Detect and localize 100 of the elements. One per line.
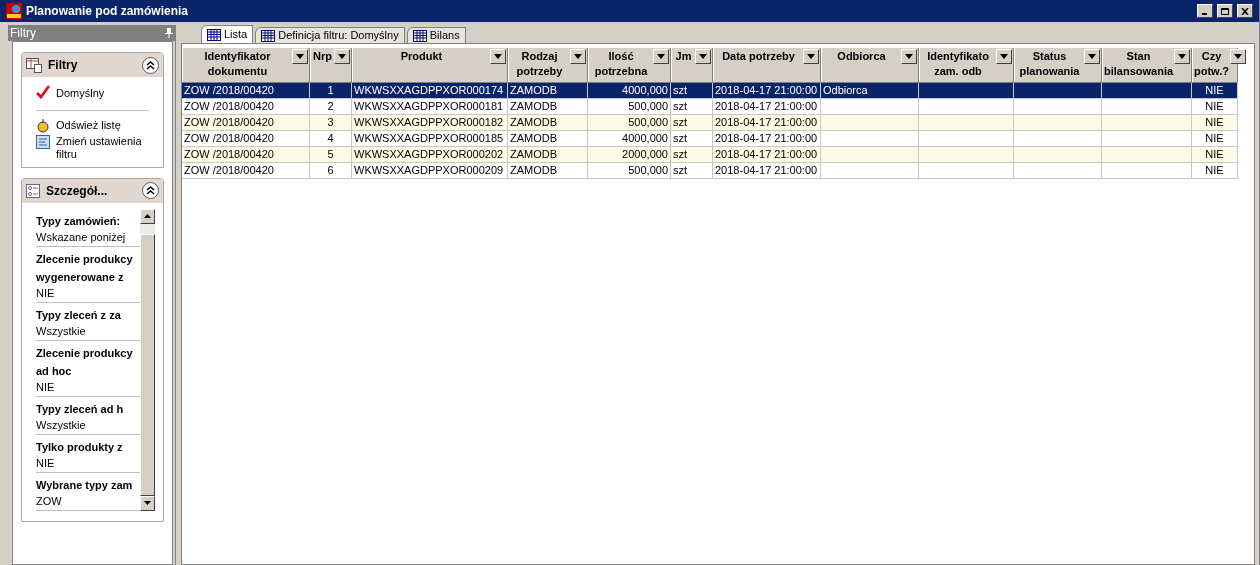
table-cell: 4000,000 xyxy=(622,84,668,96)
field-label: Typy zleceń ad h xyxy=(36,401,125,417)
caret-icon xyxy=(905,54,913,59)
double-chevron-icon xyxy=(146,186,155,195)
table-row[interactable]: ZOW /2018/00420 6 WKWSXXAGDPPXOR000209 ZAMODB 500,000 szt 2018-04-17 21:00:00 NIE xyxy=(182,163,1238,179)
table-cell: 2 xyxy=(327,100,334,112)
caret-icon xyxy=(1088,54,1096,59)
table-cell: 2018-04-17 21:00:00 xyxy=(715,164,818,176)
table-cell: ZAMODB xyxy=(510,116,558,128)
table-cell: 500,000 xyxy=(628,116,668,128)
dropdown-button[interactable] xyxy=(1084,49,1100,64)
table-row[interactable]: ZOW /2018/00420 3 WKWSXXAGDPPXOR000182 ZAMODB 500,000 szt 2018-04-17 21:00:00 NIE xyxy=(182,115,1238,131)
caret-icon xyxy=(699,54,707,59)
scrollbar[interactable] xyxy=(140,208,155,511)
settings-list-icon xyxy=(36,134,50,149)
column-header[interactable]: Czy potw.? xyxy=(1194,49,1230,79)
dropdown-button[interactable] xyxy=(803,49,819,64)
dropdown-button[interactable] xyxy=(334,49,350,64)
maximize-button[interactable] xyxy=(1217,4,1233,18)
dropdown-button[interactable] xyxy=(996,49,1012,64)
dropdown-button[interactable] xyxy=(1174,49,1191,64)
dropdown-button[interactable] xyxy=(490,49,506,64)
table-cell: ZAMODB xyxy=(510,100,558,112)
refresh-icon xyxy=(36,118,50,133)
tab[interactable]: Lista xyxy=(201,25,254,43)
column-header[interactable]: Jm xyxy=(673,49,694,64)
close-button[interactable] xyxy=(1237,4,1253,18)
check-icon xyxy=(36,85,50,100)
caret-icon xyxy=(657,54,665,59)
field-label: Typy zamówień: xyxy=(36,213,122,229)
dropdown-button[interactable] xyxy=(1230,49,1247,64)
caret-icon xyxy=(807,54,815,59)
table-cell: WKWSXXAGDPPXOR000182 xyxy=(354,116,504,128)
action-link[interactable]: Odśwież listę xyxy=(36,118,149,133)
field-label: Wybrane typy zam xyxy=(36,477,134,493)
grid-icon xyxy=(207,28,221,41)
up-arrow-icon xyxy=(144,214,151,218)
table-cell: 3 xyxy=(327,116,334,128)
collapse-button[interactable] xyxy=(142,56,159,74)
field-label: Tylko produkty z xyxy=(36,439,124,455)
caret-icon xyxy=(1000,54,1008,59)
table-cell: NIE xyxy=(1205,164,1224,176)
column-header[interactable]: Identyfikator dokumentu xyxy=(184,49,291,79)
details-icon xyxy=(26,183,40,198)
table-cell: WKWSXXAGDPPXOR000209 xyxy=(354,164,504,176)
table-cell: 2018-04-17 21:00:00 xyxy=(715,132,818,144)
table-row[interactable]: ZOW /2018/00420 1 WKWSXXAGDPPXOR000174 ZAMODB 4000,000 szt 2018-04-17 21:00:00 Odbiorca NIE xyxy=(182,83,1238,99)
table-cell: ZAMODB xyxy=(510,84,558,96)
field-value: NIE xyxy=(36,379,56,394)
column-header[interactable]: Produkt xyxy=(354,49,489,64)
column-header[interactable]: Identyfikato zam. odb xyxy=(921,49,995,79)
dropdown-button[interactable] xyxy=(292,49,308,64)
minimize-button[interactable] xyxy=(1197,4,1213,18)
table-row[interactable]: ZOW /2018/00420 2 WKWSXXAGDPPXOR000181 ZAMODB 500,000 szt 2018-04-17 21:00:00 NIE xyxy=(182,99,1238,115)
caret-icon xyxy=(338,54,346,59)
column-header[interactable]: Odbiorca xyxy=(823,49,900,64)
table-cell: szt xyxy=(673,116,688,128)
column-header[interactable]: Data potrzeby xyxy=(715,49,802,64)
column-header[interactable]: Nrp xyxy=(312,49,333,64)
pane-title: Filtry xyxy=(10,25,36,42)
filter-item[interactable]: Domyślny xyxy=(36,83,149,102)
caret-icon xyxy=(1234,54,1243,59)
table-cell: WKWSXXAGDPPXOR000174 xyxy=(354,84,504,96)
table-cell: WKWSXXAGDPPXOR000181 xyxy=(354,100,504,112)
column-header[interactable]: Status planowania xyxy=(1016,49,1083,79)
field-value: Wskazane poniżej xyxy=(36,229,127,244)
table-cell: Odbiorca xyxy=(823,84,868,96)
table-cell: NIE xyxy=(1205,132,1224,144)
dropdown-button[interactable] xyxy=(653,49,669,64)
column-header[interactable]: Stan bilansowania xyxy=(1104,49,1174,79)
card-title: Filtry xyxy=(48,57,79,74)
column-header[interactable]: Rodzaj potrzeby xyxy=(510,49,569,79)
maximize-icon xyxy=(1221,7,1229,15)
field-value: NIE xyxy=(36,285,56,300)
table-cell: 500,000 xyxy=(628,164,668,176)
table-cell: ZAMODB xyxy=(510,148,558,160)
pin-icon xyxy=(165,28,173,38)
field-value: Wszystkie xyxy=(36,323,87,338)
table-cell: 5 xyxy=(327,148,334,160)
table-row[interactable]: ZOW /2018/00420 4 WKWSXXAGDPPXOR000185 ZAMODB 4000,000 szt 2018-04-17 21:00:00 NIE xyxy=(182,131,1238,147)
table-cell: 1 xyxy=(327,84,334,96)
table-cell: WKWSXXAGDPPXOR000202 xyxy=(354,148,504,160)
table-cell: ZAMODB xyxy=(510,132,558,144)
column-header[interactable]: Ilość potrzebna xyxy=(590,49,652,79)
table-row[interactable]: ZOW /2018/00420 5 WKWSXXAGDPPXOR000202 ZAMODB 2000,000 szt 2018-04-17 21:00:00 NIE xyxy=(182,147,1238,163)
tab[interactable]: Bilans xyxy=(406,27,466,43)
window-title: Planowanie pod zamówienia xyxy=(26,3,190,20)
dropdown-button[interactable] xyxy=(901,49,917,64)
collapse-button[interactable] xyxy=(142,182,159,199)
dropdown-button[interactable] xyxy=(695,49,711,64)
double-chevron-icon xyxy=(146,60,155,70)
table-cell: 2018-04-17 21:00:00 xyxy=(715,116,818,128)
action-link[interactable]: Zmień ustawienia filtru xyxy=(36,134,149,161)
table-cell: 6 xyxy=(327,164,334,176)
table-cell: 4 xyxy=(327,132,334,144)
dropdown-button[interactable] xyxy=(570,49,586,64)
card-title: Szczegół... xyxy=(46,182,109,200)
tab[interactable]: Definicja filtru: Domyślny xyxy=(255,27,405,43)
table-cell: 2000,000 xyxy=(622,148,668,160)
table-cell: NIE xyxy=(1205,148,1224,160)
